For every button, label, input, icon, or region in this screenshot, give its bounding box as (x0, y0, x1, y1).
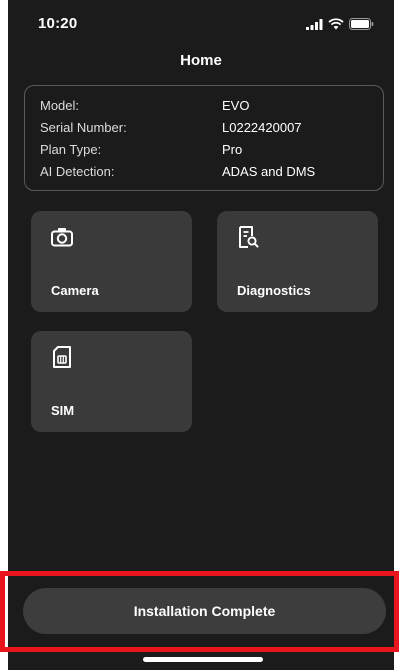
home-indicator (143, 657, 263, 662)
info-value: EVO (222, 98, 250, 113)
info-value: L0222420007 (222, 120, 302, 135)
info-row-model: Model: EVO (25, 98, 383, 118)
camera-tile-label: Camera (51, 283, 99, 298)
info-row-ai-detection: AI Detection: ADAS and DMS (25, 164, 383, 184)
info-value: ADAS and DMS (222, 164, 316, 179)
info-label: Model: (40, 98, 80, 113)
installation-complete-label: Installation Complete (133, 603, 276, 619)
signal-icon (306, 18, 323, 30)
document-search-icon (239, 226, 259, 248)
info-row-plan-type: Plan Type: Pro (25, 142, 383, 162)
diagnostics-tile[interactable]: Diagnostics (217, 211, 378, 312)
info-row-serial-number: Serial Number: L0222420007 (25, 120, 383, 140)
phone-screen: 10:20 Home Model: EVO Serial Number: L02… (8, 0, 394, 670)
status-bar: 10:20 (8, 0, 394, 44)
sim-tile[interactable]: SIM (31, 331, 192, 432)
camera-tile[interactable]: Camera (31, 211, 192, 312)
camera-icon (51, 228, 73, 247)
status-time: 10:20 (38, 15, 78, 32)
info-label: Serial Number: (40, 120, 127, 135)
device-info-card: Model: EVO Serial Number: L0222420007 Pl… (24, 85, 384, 191)
wifi-icon (328, 18, 344, 30)
info-label: AI Detection: (40, 164, 115, 179)
sim-card-icon (53, 346, 71, 368)
status-icons (306, 17, 374, 31)
page-title: Home (180, 52, 222, 69)
info-value: Pro (222, 142, 243, 157)
battery-icon (349, 18, 374, 30)
installation-complete-button[interactable]: Installation Complete (23, 588, 386, 634)
diagnostics-tile-label: Diagnostics (237, 283, 311, 298)
info-label: Plan Type: (40, 142, 102, 157)
sim-tile-label: SIM (51, 403, 75, 418)
